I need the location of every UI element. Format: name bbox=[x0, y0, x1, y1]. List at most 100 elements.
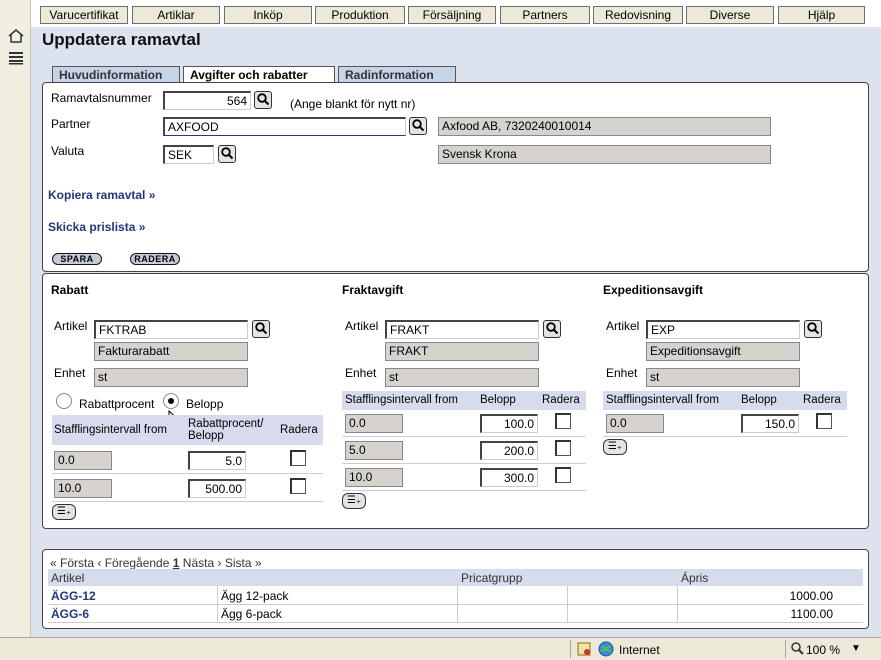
rabattprocent-radio[interactable] bbox=[56, 393, 72, 409]
exp-artikel-input[interactable]: EXP bbox=[646, 320, 800, 339]
frakt-artikel-search-icon[interactable] bbox=[543, 320, 561, 338]
menu-redovisning[interactable]: Redovisning bbox=[593, 6, 683, 24]
rabatt-row-value[interactable]: 500.00 bbox=[188, 479, 246, 498]
certificate-icon bbox=[576, 641, 592, 657]
menu-partners[interactable]: Partners bbox=[500, 6, 590, 24]
menu-varucertifikat[interactable]: Varucertifikat bbox=[40, 6, 128, 24]
exp-artikel-label: Artikel bbox=[606, 319, 640, 333]
belopp-radio[interactable] bbox=[163, 393, 179, 409]
tab-huvudinformation[interactable]: Huvudinformation bbox=[52, 66, 180, 83]
menu-inkop[interactable]: Inköp bbox=[224, 6, 312, 24]
grid-row-code-link[interactable]: ÄGG-6 bbox=[51, 607, 89, 621]
home-icon[interactable] bbox=[8, 29, 24, 43]
rabattprocent-label: Rabattprocent bbox=[79, 397, 155, 411]
frakt-col-value: Belopp bbox=[480, 394, 516, 406]
menu-produktion[interactable]: Produktion bbox=[315, 6, 405, 24]
ramavtal-input[interactable]: 564 bbox=[163, 91, 251, 110]
pager-first[interactable]: « Första bbox=[50, 556, 94, 570]
grid-row-name: Ägg 6-pack bbox=[221, 607, 282, 621]
frakt-row-radera-checkbox[interactable] bbox=[555, 413, 571, 429]
frakt-row-radera-checkbox[interactable] bbox=[555, 440, 571, 456]
frakt-row-value[interactable]: 100.0 bbox=[480, 414, 538, 433]
exp-artikel-search-icon[interactable] bbox=[804, 320, 822, 338]
rabatt-artikel-search-icon[interactable] bbox=[252, 320, 270, 338]
frakt-row-value[interactable]: 300.0 bbox=[480, 468, 538, 487]
list-icon[interactable] bbox=[8, 51, 24, 65]
exp-col-radera: Radera bbox=[803, 394, 841, 406]
exp-row-value[interactable]: 150.0 bbox=[741, 414, 799, 433]
status-divider bbox=[570, 640, 571, 658]
grid-row-price: 1100.00 bbox=[790, 607, 834, 621]
frakt-artikel-label: Artikel bbox=[345, 319, 379, 333]
zoom-level[interactable]: 100 % bbox=[806, 643, 840, 657]
frakt-title: Fraktavgift bbox=[342, 283, 404, 297]
pager-current: 1 bbox=[172, 556, 180, 570]
header-panel bbox=[42, 82, 869, 272]
rabatt-row-radera-checkbox[interactable] bbox=[290, 478, 306, 494]
zoom-icon[interactable] bbox=[790, 641, 804, 655]
grid-col-artikel: Artikel bbox=[51, 571, 85, 585]
valuta-search-icon[interactable] bbox=[218, 145, 236, 163]
rabatt-row-value[interactable]: 5.0 bbox=[188, 451, 246, 470]
rabatt-row-radera-checkbox[interactable] bbox=[290, 450, 306, 466]
rabatt-enhet-label: Enhet bbox=[54, 366, 86, 380]
spara-button[interactable]: SPARA bbox=[52, 253, 102, 265]
radera-button[interactable]: RADERA bbox=[130, 253, 180, 265]
valuta-label: Valuta bbox=[51, 144, 85, 158]
frakt-col-radera: Radera bbox=[542, 394, 580, 406]
grid-row-code-link[interactable]: ÄGG-12 bbox=[51, 589, 96, 603]
frakt-add-row-icon[interactable]: ☰₊ bbox=[342, 493, 366, 509]
rabatt-artikel-input[interactable]: FKTRAB bbox=[94, 320, 248, 339]
rabatt-col-value: Rabattprocent/ Belopp bbox=[188, 418, 264, 442]
rabatt-artikel-name: Fakturarabatt bbox=[94, 342, 248, 361]
tab-radinformation[interactable]: Radinformation bbox=[338, 66, 456, 83]
exp-title: Expeditionsavgift bbox=[603, 283, 704, 297]
pager-prev[interactable]: ‹ Föregående bbox=[97, 556, 169, 570]
globe-icon bbox=[598, 641, 614, 657]
grid-row-price: 1000.00 bbox=[789, 589, 833, 603]
partner-input[interactable]: AXFOOD bbox=[163, 117, 406, 136]
exp-enhet-field: st bbox=[646, 368, 800, 387]
frakt-artikel-name: FRAKT bbox=[385, 342, 539, 361]
skicka-prislista-link[interactable]: Skicka prislista » bbox=[48, 220, 145, 234]
frakt-row-radera-checkbox[interactable] bbox=[555, 467, 571, 483]
grid-col-pricatgrupp: Pricatgrupp bbox=[461, 571, 523, 585]
chevron-down-icon[interactable]: ▼ bbox=[851, 643, 861, 654]
rabatt-col-from: Stafflingsintervall from bbox=[54, 424, 167, 436]
valuta-name-field: Svensk Krona bbox=[438, 145, 771, 164]
pager-last[interactable]: Sista » bbox=[225, 556, 262, 570]
frakt-artikel-input[interactable]: FRAKT bbox=[385, 320, 539, 339]
exp-add-row-icon[interactable]: ☰₊ bbox=[603, 439, 627, 455]
rabatt-row-from: 10.0 bbox=[54, 479, 112, 498]
kopiera-ramavtal-link[interactable]: Kopiera ramavtal » bbox=[48, 188, 155, 202]
rabatt-add-row-icon[interactable]: ☰₊ bbox=[52, 504, 76, 520]
frakt-enhet-field: st bbox=[385, 368, 539, 387]
rabatt-title: Rabatt bbox=[51, 283, 89, 297]
menu-diverse[interactable]: Diverse bbox=[686, 6, 774, 24]
partner-label: Partner bbox=[51, 117, 91, 131]
browser-side-strip bbox=[0, 0, 31, 637]
status-bar: Internet 100 % ▼ bbox=[0, 637, 881, 660]
ramavtal-label: Ramavtalsnummer bbox=[51, 91, 152, 105]
rabatt-enhet-field: st bbox=[94, 368, 248, 387]
grid-col-apris: Ápris bbox=[681, 571, 709, 585]
pager-next[interactable]: Nästa › bbox=[183, 556, 222, 570]
frakt-enhet-label: Enhet bbox=[345, 366, 377, 380]
frakt-col-from: Stafflingsintervall from bbox=[345, 394, 458, 406]
exp-artikel-name: Expeditionsavgift bbox=[646, 342, 800, 361]
grid-header bbox=[48, 569, 863, 586]
menu-forsaljning[interactable]: Försäljning bbox=[408, 6, 496, 24]
partner-search-icon[interactable] bbox=[409, 117, 427, 135]
exp-row-from: 0.0 bbox=[606, 414, 664, 433]
exp-enhet-label: Enhet bbox=[606, 366, 638, 380]
valuta-input[interactable]: SEK bbox=[163, 145, 214, 164]
ramavtal-search-icon[interactable] bbox=[254, 91, 272, 109]
exp-row-radera-checkbox[interactable] bbox=[816, 413, 832, 429]
frakt-row-value[interactable]: 200.0 bbox=[480, 441, 538, 460]
partner-name-field: Axfood AB, 7320240010014 bbox=[438, 117, 771, 136]
rabatt-col-radera: Radera bbox=[280, 424, 318, 436]
menu-artiklar[interactable]: Artiklar bbox=[132, 6, 220, 24]
exp-col-from: Stafflingsintervall from bbox=[606, 394, 719, 406]
menu-hjalp[interactable]: Hjälp bbox=[778, 6, 865, 24]
frakt-row-from: 5.0 bbox=[345, 441, 403, 460]
